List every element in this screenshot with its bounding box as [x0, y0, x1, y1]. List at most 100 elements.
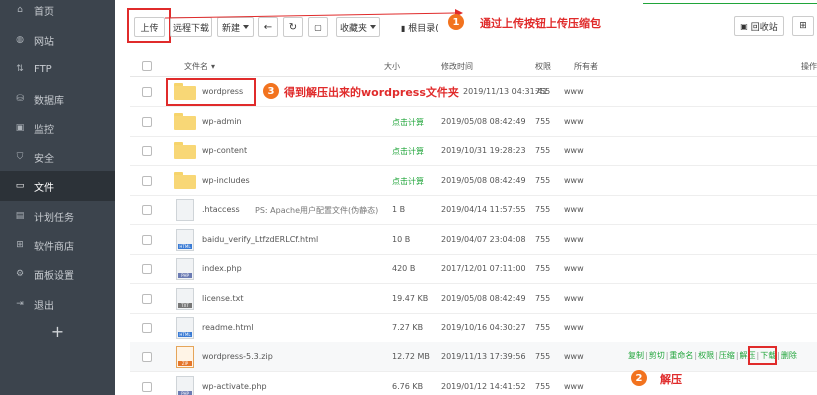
- step1-annotation: 通过上传按钮上传压缩包: [480, 17, 601, 30]
- file-perm[interactable]: 755: [535, 294, 550, 303]
- row-checkbox[interactable]: [142, 146, 152, 156]
- delete-link[interactable]: 删除: [781, 351, 797, 360]
- sidebar-item-cron[interactable]: ▤ 计划任务: [0, 201, 115, 231]
- row-checkbox[interactable]: [142, 235, 152, 245]
- file-perm[interactable]: 755: [535, 87, 550, 96]
- col-size[interactable]: 大小: [384, 61, 400, 72]
- file-name[interactable]: baidu_verify_LtfzdERLCf.html: [202, 235, 318, 244]
- col-owner[interactable]: 所有者: [574, 61, 598, 72]
- sidebar-item-logout[interactable]: ⇥ 退出: [0, 289, 115, 319]
- file-name[interactable]: license.txt: [202, 294, 243, 303]
- file-owner: www: [564, 117, 584, 126]
- table-row[interactable]: HTML readme.html 7.27 KB 2019/10/16 04:3…: [130, 313, 817, 343]
- table-row[interactable]: ZIP wordpress-5.3.zip 12.72 MB 2019/11/1…: [130, 342, 817, 372]
- back-button[interactable]: ←: [258, 17, 278, 37]
- file-owner: www: [564, 264, 584, 273]
- file-name[interactable]: wp-activate.php: [202, 382, 267, 391]
- trash-icon: ▣: [740, 21, 748, 31]
- file-name[interactable]: wp-content: [202, 146, 247, 155]
- calc-size-link[interactable]: 点击计算: [392, 117, 424, 128]
- row-checkbox[interactable]: [142, 87, 152, 97]
- sidebar-item-monitor[interactable]: ▣ 监控: [0, 113, 115, 143]
- row-checkbox[interactable]: [142, 117, 152, 127]
- sidebar-item-ftp[interactable]: ⇅ FTP: [0, 54, 115, 84]
- table-row[interactable]: HTML baidu_verify_LtfzdERLCf.html 10 B 2…: [130, 225, 817, 255]
- file-perm[interactable]: 755: [535, 264, 550, 273]
- table-row[interactable]: wp-includes 点击计算 2019/05/08 08:42:49 755…: [130, 166, 817, 196]
- file-perm[interactable]: 755: [535, 176, 550, 185]
- file-name[interactable]: wp-includes: [202, 176, 250, 185]
- row-checkbox[interactable]: [142, 323, 152, 333]
- file-name[interactable]: wordpress-5.3.zip: [202, 352, 273, 361]
- file-name[interactable]: index.php: [202, 264, 242, 273]
- file-perm[interactable]: 755: [535, 323, 550, 332]
- sidebar-item-label: 软件商店: [34, 241, 74, 253]
- compress-link[interactable]: 压缩: [719, 351, 735, 360]
- file-time: 2017/12/01 07:11:00: [441, 264, 526, 273]
- table-row[interactable]: TXT license.txt 19.47 KB 2019/05/08 08:4…: [130, 284, 817, 314]
- copy-link[interactable]: 复制: [628, 351, 644, 360]
- col-name[interactable]: 文件名 ▾: [184, 61, 215, 72]
- cut-link[interactable]: 剪切: [649, 351, 665, 360]
- file-perm[interactable]: 755: [535, 352, 550, 361]
- file-size: 10 B: [392, 235, 411, 244]
- table-row[interactable]: wp-content 点击计算 2019/10/31 19:28:23 755 …: [130, 136, 817, 166]
- row-checkbox[interactable]: [142, 382, 152, 392]
- highlight-extract: [748, 346, 777, 365]
- table-row[interactable]: PHP index.php 420 B 2017/12/01 07:11:00 …: [130, 254, 817, 284]
- calc-size-link[interactable]: 点击计算: [392, 146, 424, 157]
- file-name[interactable]: .htaccess: [202, 205, 240, 214]
- select-all-checkbox[interactable]: [142, 61, 152, 71]
- calc-size-link[interactable]: 点击计算: [392, 176, 424, 187]
- row-checkbox[interactable]: [142, 294, 152, 304]
- sidebar-item-files[interactable]: ▭ 文件: [0, 171, 115, 201]
- file-perm[interactable]: 755: [535, 235, 550, 244]
- terminal-button[interactable]: ▢: [308, 17, 328, 37]
- folder-icon: [174, 142, 196, 159]
- file-owner: www: [564, 352, 584, 361]
- sidebar-item-website[interactable]: ◍ 网站: [0, 25, 115, 55]
- file-perm[interactable]: 755: [535, 205, 550, 214]
- add-button[interactable]: +: [0, 318, 115, 346]
- sidebar-item-home[interactable]: ⌂ 首页: [0, 0, 115, 25]
- sidebar-item-label: 监控: [34, 124, 54, 136]
- file-size: 420 B: [392, 264, 416, 273]
- remote-download-button[interactable]: 远程下载: [170, 17, 212, 37]
- recycle-bin-button[interactable]: ▣ 回收站: [734, 16, 784, 36]
- row-checkbox[interactable]: [142, 264, 152, 274]
- file-time: 2019/05/08 08:42:49: [441, 294, 526, 303]
- file-name[interactable]: wp-admin: [202, 117, 242, 126]
- folder-icon: [174, 113, 196, 130]
- rename-link[interactable]: 重命名: [669, 351, 693, 360]
- file-owner: www: [564, 235, 584, 244]
- file-time: 2019/05/08 08:42:49: [441, 117, 526, 126]
- favorites-label: 收藏夹: [339, 23, 367, 34]
- file-name[interactable]: readme.html: [202, 323, 254, 332]
- folder-icon: ▭: [15, 181, 25, 191]
- table-row[interactable]: .htaccess PS: Apache用户配置文件(伪静态) 1 B 2019…: [130, 195, 817, 225]
- file-perm[interactable]: 755: [535, 146, 550, 155]
- sidebar-item-database[interactable]: ⛁ 数据库: [0, 84, 115, 114]
- row-checkbox[interactable]: [142, 205, 152, 215]
- col-time[interactable]: 修改时间: [441, 61, 473, 72]
- sidebar-item-store[interactable]: ⊞ 软件商店: [0, 230, 115, 260]
- file-perm[interactable]: 755: [535, 117, 550, 126]
- permission-link[interactable]: 权限: [698, 351, 714, 360]
- view-toggle-button[interactable]: ⊞: [792, 16, 814, 36]
- sidebar-item-settings[interactable]: ⚙ 面板设置: [0, 259, 115, 289]
- favorites-button[interactable]: 收藏夹: [336, 17, 380, 37]
- file-time: 2019/10/16 04:30:27: [441, 323, 526, 332]
- sidebar-item-security[interactable]: ⛉ 安全: [0, 142, 115, 172]
- table-row[interactable]: PHP wp-activate.php 6.76 KB 2019/01/12 1…: [130, 372, 817, 395]
- sidebar-item-label: 退出: [34, 300, 54, 312]
- refresh-button[interactable]: ↻: [283, 17, 303, 37]
- path-breadcrumb[interactable]: ▮ 根目录(: [401, 21, 439, 34]
- row-checkbox[interactable]: [142, 352, 152, 362]
- table-header: 文件名 ▾ 大小 修改时间 权限 所有者 操作: [130, 56, 817, 77]
- row-checkbox[interactable]: [142, 176, 152, 186]
- col-perm[interactable]: 权限: [535, 61, 551, 72]
- table-row[interactable]: wp-admin 点击计算 2019/05/08 08:42:49 755 ww…: [130, 107, 817, 137]
- new-button[interactable]: 新建: [217, 17, 254, 37]
- file-size: 12.72 MB: [392, 352, 430, 361]
- file-perm[interactable]: 755: [535, 382, 550, 391]
